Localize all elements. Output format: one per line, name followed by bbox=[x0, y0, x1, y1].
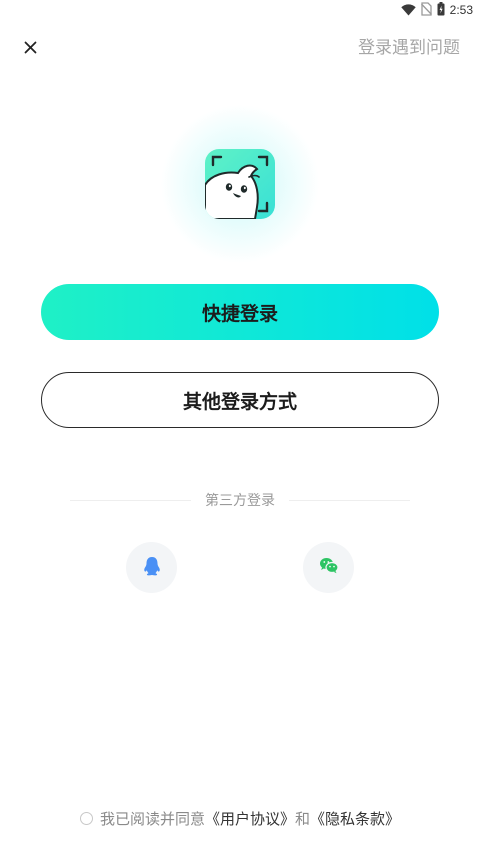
agreement-conjunction: 和 bbox=[295, 810, 311, 828]
app-logo bbox=[205, 149, 275, 219]
third-party-divider: 第三方登录 bbox=[70, 490, 410, 510]
close-icon bbox=[24, 39, 37, 58]
status-bar: 2:53 bbox=[0, 0, 480, 20]
quick-login-button[interactable]: 快捷登录 bbox=[41, 284, 439, 340]
status-icons: 2:53 bbox=[400, 1, 473, 20]
no-sim-icon bbox=[420, 1, 432, 20]
divider-line-left bbox=[70, 499, 191, 501]
qq-icon bbox=[143, 556, 161, 580]
agreement-row: 我已阅读并同意 《用户协议》 和 《隐私条款》 bbox=[0, 808, 480, 829]
user-agreement-link[interactable]: 《用户协议》 bbox=[205, 808, 295, 829]
divider-line-right bbox=[289, 499, 410, 501]
other-login-button[interactable]: 其他登录方式 bbox=[41, 372, 439, 428]
status-time: 2:53 bbox=[449, 3, 473, 17]
app-logo-bird-icon bbox=[205, 155, 269, 219]
close-button[interactable] bbox=[18, 36, 42, 60]
privacy-policy-link[interactable]: 《隐私条款》 bbox=[310, 808, 400, 829]
login-help-link[interactable]: 登录遇到问题 bbox=[358, 36, 460, 60]
wechat-icon bbox=[319, 557, 339, 578]
wifi-icon bbox=[400, 1, 416, 20]
wechat-login-button[interactable] bbox=[303, 542, 354, 593]
agreement-prefix: 我已阅读并同意 bbox=[99, 810, 205, 828]
qq-login-button[interactable] bbox=[126, 542, 177, 593]
battery-icon bbox=[437, 1, 445, 20]
agree-checkbox[interactable] bbox=[79, 812, 93, 825]
third-party-label: 第三方登录 bbox=[205, 493, 275, 509]
